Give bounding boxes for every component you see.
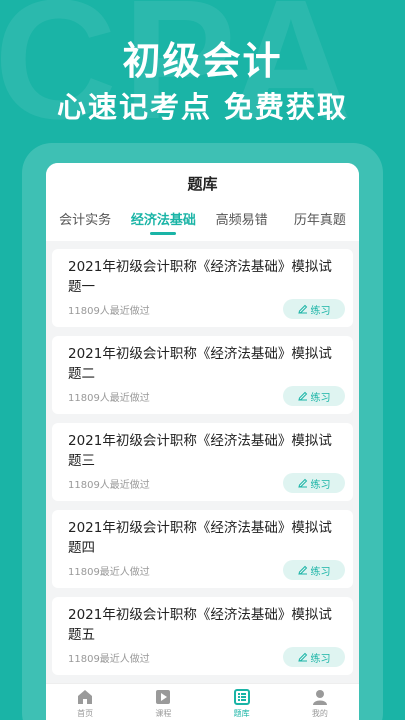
nav-course[interactable]: 课程 [124, 684, 202, 720]
practice-label: 练习 [310, 566, 331, 578]
tab-past-exams[interactable]: 历年真题 [281, 209, 359, 237]
practice-label: 练习 [310, 392, 331, 404]
practice-button[interactable]: 练习 [283, 386, 345, 406]
user-icon [312, 690, 327, 705]
app-screen: 题库 会计实务 经济法基础 高频易错 历年真题 2021年初级会计职称《经济法基… [46, 163, 359, 720]
play-icon [156, 690, 171, 704]
item-title: 2021年初级会计职称《经济法基础》模拟试题一 [68, 259, 332, 295]
practice-label: 练习 [310, 305, 331, 317]
tab-economic-law[interactable]: 经济法基础 [124, 209, 202, 237]
practice-label: 练习 [310, 653, 331, 665]
screen-header: 题库 会计实务 经济法基础 高频易错 历年真题 [46, 163, 359, 241]
hero-title: 初级会计 [122, 39, 283, 83]
nav-course-label: 课程 [155, 709, 172, 718]
practice-button[interactable]: 练习 [283, 647, 345, 667]
pencil-icon [297, 478, 307, 488]
item-title: 2021年初级会计职称《经济法基础》模拟试题二 [68, 346, 332, 382]
pencil-icon [297, 565, 307, 575]
pencil-icon [297, 391, 307, 401]
nav-home[interactable]: 首页 [46, 684, 124, 720]
tab-bar: 会计实务 经济法基础 高频易错 历年真题 [46, 209, 359, 237]
home-icon [78, 690, 93, 704]
tab-frequent-errors[interactable]: 高频易错 [203, 209, 281, 237]
list-item[interactable]: 2021年初级会计职称《经济法基础》模拟试题五 11809最近人做过 练习 [52, 597, 353, 675]
practice-button[interactable]: 练习 [283, 560, 345, 580]
question-list: 2021年初级会计职称《经济法基础》模拟试题一 11809人最近做过 练习 20… [52, 249, 353, 684]
item-title: 2021年初级会计职称《经济法基础》模拟试题五 [68, 607, 332, 643]
page-title: 题库 [187, 175, 218, 193]
hero-subtitle: 心速记考点 免费获取 [56, 90, 349, 124]
question-bank-icon [233, 689, 250, 705]
item-title: 2021年初级会计职称《经济法基础》模拟试题三 [68, 433, 332, 469]
pencil-icon [297, 304, 307, 314]
list-item[interactable]: 2021年初级会计职称《经济法基础》模拟试题二 11809人最近做过 练习 [52, 336, 353, 414]
pencil-icon [297, 652, 307, 662]
item-meta: 11809人最近做过 [68, 480, 150, 491]
tab-accounting-practice[interactable]: 会计实务 [46, 209, 124, 237]
nav-me[interactable]: 我的 [281, 684, 359, 720]
item-meta: 11809人最近做过 [68, 393, 150, 404]
list-item[interactable]: 2021年初级会计职称《经济法基础》模拟试题一 11809人最近做过 练习 [52, 249, 353, 327]
list-item[interactable]: 2021年初级会计职称《经济法基础》模拟试题四 11809最近人做过 练习 [52, 510, 353, 588]
item-meta: 11809人最近做过 [68, 306, 150, 317]
practice-button[interactable]: 练习 [283, 473, 345, 493]
nav-home-label: 首页 [77, 709, 94, 718]
practice-label: 练习 [310, 479, 331, 491]
item-title: 2021年初级会计职称《经济法基础》模拟试题四 [68, 520, 332, 556]
practice-button[interactable]: 练习 [283, 299, 345, 319]
item-meta: 11809最近人做过 [68, 567, 150, 578]
list-item[interactable]: 2021年初级会计职称《经济法基础》模拟试题三 11809人最近做过 练习 [52, 423, 353, 501]
bottom-nav: 首页 课程 题库 我的 [46, 683, 359, 720]
nav-question-bank[interactable]: 题库 [203, 684, 281, 720]
nav-question-bank-label: 题库 [233, 709, 250, 718]
nav-me-label: 我的 [311, 709, 328, 718]
item-meta: 11809最近人做过 [68, 654, 150, 665]
